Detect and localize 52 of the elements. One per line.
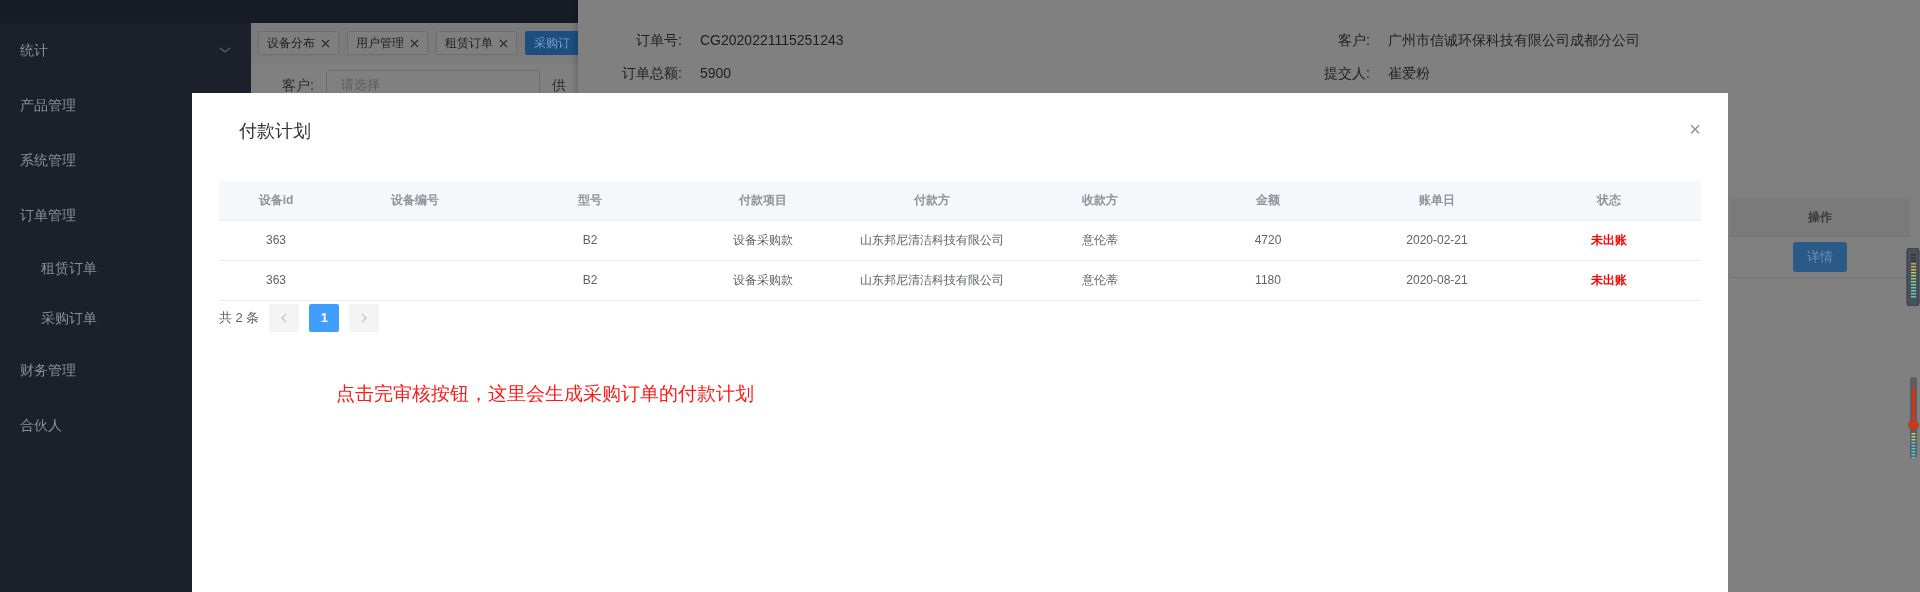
tab[interactable]: 用户管理 bbox=[347, 31, 428, 55]
table-cell: 363 bbox=[266, 233, 286, 247]
modal-title: 付款计划 bbox=[239, 120, 311, 143]
column-header: 设备编号 bbox=[333, 181, 497, 220]
level-meter-icon bbox=[1906, 248, 1920, 306]
column-header: 型号 bbox=[497, 181, 683, 220]
table-cell: 意伦蒂 bbox=[1082, 273, 1118, 287]
column-header: 操作 bbox=[1730, 198, 1910, 237]
table-cell: 2020-08-21 bbox=[1406, 273, 1468, 287]
annotation-text: 点击完审核按钮，这里会生成采购订单的付款计划 bbox=[336, 381, 754, 406]
status-text: 未出账 bbox=[1591, 273, 1627, 287]
column-header: 账单日 bbox=[1357, 181, 1517, 220]
sidebar-item[interactable]: 统计 bbox=[0, 23, 251, 78]
table-cell: 1180 bbox=[1255, 273, 1281, 287]
table-cell: 设备采购款 bbox=[733, 233, 793, 247]
field-value: CG2020221115251243 bbox=[700, 31, 845, 50]
field-label: 供 bbox=[551, 75, 566, 95]
chevron-left-icon bbox=[281, 312, 288, 323]
previous-page-button[interactable] bbox=[269, 303, 300, 332]
gauge-icon bbox=[1907, 377, 1920, 459]
field-value: 广州市信诚环保科技有限公司成都分公司 bbox=[1388, 31, 1641, 50]
field-label: 提交人: bbox=[1323, 64, 1370, 83]
column-header: 金额 bbox=[1179, 181, 1357, 220]
table-cell: B2 bbox=[582, 233, 598, 247]
field-value: 崔爱粉 bbox=[1388, 64, 1431, 83]
field-label: 客户: bbox=[1337, 31, 1370, 50]
table-cell: 意伦蒂 bbox=[1082, 233, 1118, 247]
column-header: 付款项目 bbox=[683, 181, 843, 220]
tab[interactable]: 租赁订单 bbox=[436, 31, 517, 55]
table-cell: 设备采购款 bbox=[733, 273, 793, 287]
field-label: 订单总额: bbox=[621, 64, 682, 83]
table-cell: 山东邦尼清洁科技有限公司 bbox=[860, 233, 1004, 247]
column-header: 收款方 bbox=[1021, 181, 1179, 220]
field-value: 5900 bbox=[700, 64, 733, 83]
column-header: 设备id bbox=[219, 181, 333, 220]
table-cell: 山东邦尼清洁科技有限公司 bbox=[860, 273, 1004, 287]
table-cell: 4720 bbox=[1254, 233, 1282, 247]
tab[interactable]: 设备分布 bbox=[258, 31, 339, 55]
column-header: 状态 bbox=[1517, 181, 1701, 220]
field-label: 客户: bbox=[282, 75, 314, 95]
chevron-right-icon bbox=[361, 312, 368, 323]
close-button[interactable]: × bbox=[1689, 118, 1701, 139]
table-cell: 2020-02-21 bbox=[1406, 233, 1468, 247]
column-header: 付款方 bbox=[843, 181, 1021, 220]
page-button[interactable]: 1 bbox=[309, 303, 340, 332]
next-page-button[interactable] bbox=[349, 303, 380, 332]
table-cell: B2 bbox=[582, 273, 598, 287]
table-cell: 363 bbox=[266, 273, 286, 287]
field-label: 订单号: bbox=[635, 31, 682, 50]
status-text: 未出账 bbox=[1591, 233, 1627, 247]
tab[interactable]: 采购订 bbox=[525, 31, 579, 55]
total-count: 共 2 条 bbox=[219, 308, 260, 327]
